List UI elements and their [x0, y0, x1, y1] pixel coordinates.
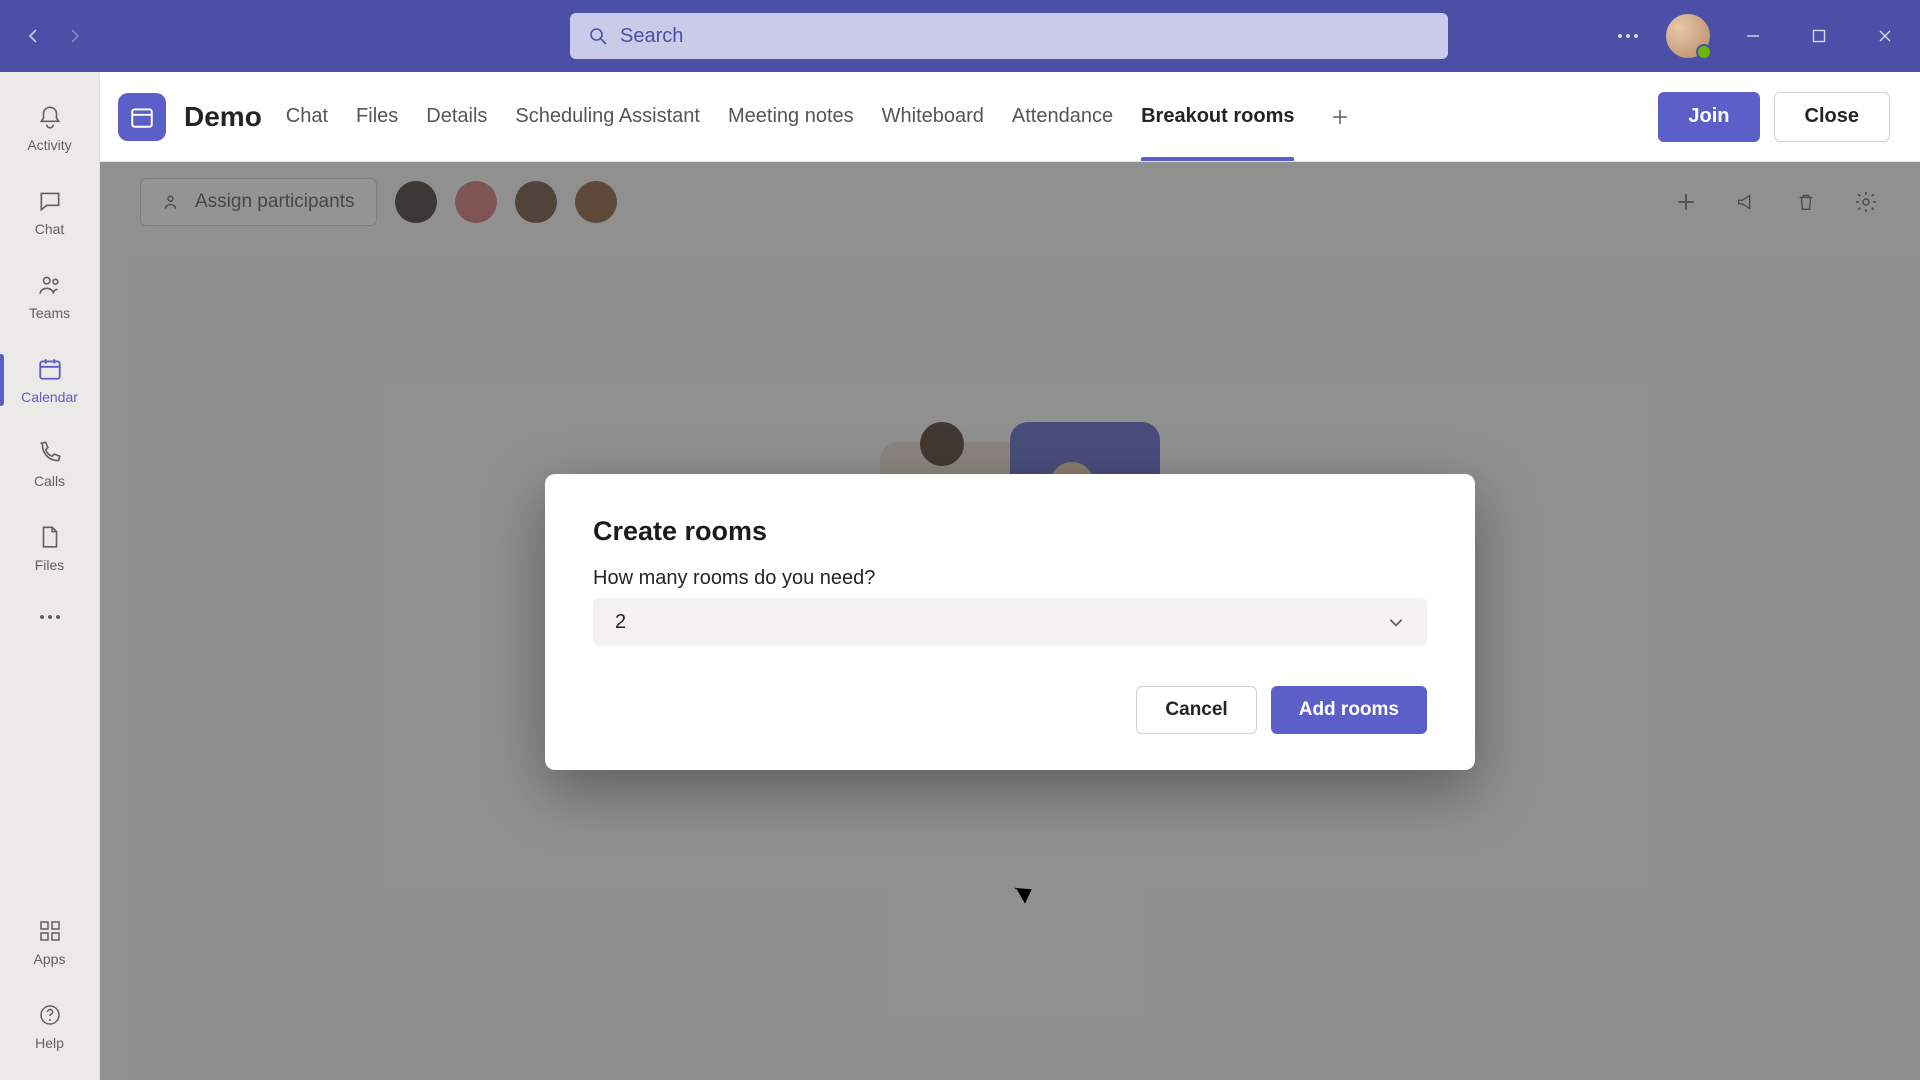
nav-forward-button[interactable]	[56, 18, 92, 54]
rail-files[interactable]: Files	[0, 506, 99, 590]
rail-label: Calls	[34, 473, 65, 489]
dialog-actions: Cancel Add rooms	[593, 686, 1427, 734]
close-button[interactable]: Close	[1774, 92, 1890, 142]
meeting-title: Demo	[184, 101, 262, 133]
titlebar	[0, 0, 1920, 72]
rail-label: Teams	[29, 305, 70, 321]
tab-scheduling-assistant[interactable]: Scheduling Assistant	[515, 72, 700, 161]
search-input[interactable]	[620, 25, 1430, 48]
ellipsis-icon	[36, 603, 64, 631]
app-rail: Activity Chat Teams Calendar Calls Files	[0, 72, 100, 1080]
dialog-question: How many rooms do you need?	[593, 567, 1427, 590]
phone-icon	[36, 439, 64, 467]
tab-attendance[interactable]: Attendance	[1012, 72, 1113, 161]
tab-files[interactable]: Files	[356, 72, 398, 161]
add-tab-button[interactable]	[1322, 99, 1358, 135]
more-options-button[interactable]	[1610, 18, 1646, 54]
window-minimize-button[interactable]	[1730, 18, 1776, 54]
nav-back-button[interactable]	[16, 18, 52, 54]
avatar[interactable]	[1666, 14, 1710, 58]
rail-label: Activity	[27, 137, 71, 153]
tab-breakout-rooms[interactable]: Breakout rooms	[1141, 72, 1294, 161]
presence-available-icon	[1696, 44, 1712, 60]
meeting-icon	[118, 93, 166, 141]
rail-label: Files	[35, 557, 65, 573]
chevron-down-icon	[1387, 613, 1405, 631]
search-box[interactable]	[570, 13, 1448, 59]
help-icon	[36, 1001, 64, 1029]
window-maximize-button[interactable]	[1796, 18, 1842, 54]
rail-calls[interactable]: Calls	[0, 422, 99, 506]
search-container	[570, 13, 1448, 59]
join-button[interactable]: Join	[1658, 92, 1759, 142]
rail-activity[interactable]: Activity	[0, 86, 99, 170]
nav-history	[16, 18, 92, 54]
bell-icon	[36, 103, 64, 131]
people-icon	[36, 271, 64, 299]
rail-label: Chat	[35, 221, 65, 237]
tab-details[interactable]: Details	[426, 72, 487, 161]
tab-whiteboard[interactable]: Whiteboard	[882, 72, 984, 161]
meeting-tabs: Chat Files Details Scheduling Assistant …	[286, 72, 1295, 161]
file-icon	[36, 523, 64, 551]
rail-calendar[interactable]: Calendar	[0, 338, 99, 422]
cancel-button[interactable]: Cancel	[1136, 686, 1256, 734]
room-count-value: 2	[615, 611, 626, 634]
rail-label: Apps	[34, 951, 66, 967]
window-close-button[interactable]	[1862, 18, 1908, 54]
tab-chat[interactable]: Chat	[286, 72, 328, 161]
rail-label: Help	[35, 1035, 64, 1051]
tab-meeting-notes[interactable]: Meeting notes	[728, 72, 854, 161]
meeting-actions: Join Close	[1658, 92, 1890, 142]
dialog-title: Create rooms	[593, 516, 1427, 547]
rail-teams[interactable]: Teams	[0, 254, 99, 338]
chat-icon	[36, 187, 64, 215]
titlebar-right	[1610, 14, 1908, 58]
search-icon	[588, 26, 608, 46]
calendar-icon	[36, 355, 64, 383]
rail-overflow[interactable]	[0, 590, 99, 644]
add-rooms-button[interactable]: Add rooms	[1271, 686, 1427, 734]
meeting-header: Demo Chat Files Details Scheduling Assis…	[100, 72, 1920, 162]
rail-help[interactable]: Help	[0, 984, 99, 1068]
rail-chat[interactable]: Chat	[0, 170, 99, 254]
apps-icon	[36, 917, 64, 945]
room-count-select[interactable]: 2	[593, 598, 1427, 646]
rail-label: Calendar	[21, 389, 78, 405]
create-rooms-dialog: Create rooms How many rooms do you need?…	[545, 474, 1475, 770]
rail-apps[interactable]: Apps	[0, 900, 99, 984]
